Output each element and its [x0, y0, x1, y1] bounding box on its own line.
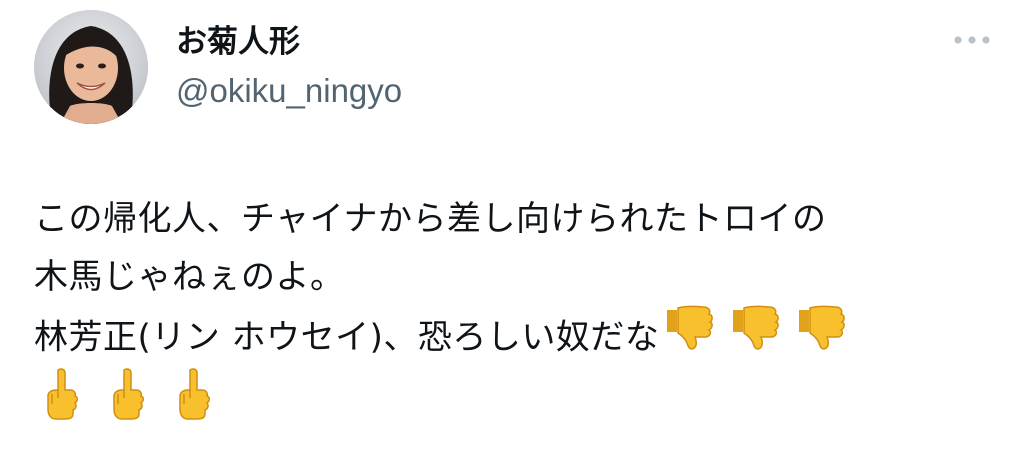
- tweet-text-line-3-text: 林芳正(リン ホウセイ)、恐ろしい奴だな: [34, 317, 660, 358]
- author-display-name[interactable]: お菊人形: [176, 22, 402, 62]
- avatar-photo-icon: [34, 10, 148, 124]
- middle-finger-icon: [108, 368, 148, 438]
- tweet-text-line-2: 木馬じゃねぇのよ。: [34, 257, 345, 297]
- tweet-header: お菊人形 @okiku_ningyo: [34, 10, 994, 124]
- tweet-card: お菊人形 @okiku_ningyo この帰化人、チャイナから差し向けられたトロ…: [0, 0, 1024, 455]
- more-horizontal-icon: [954, 36, 990, 44]
- middle-finger-icon: [42, 368, 82, 438]
- more-options-button[interactable]: [950, 24, 994, 56]
- middle-finger-emoji-group: [42, 368, 994, 438]
- thumbs-down-icon: [663, 302, 719, 368]
- author-avatar[interactable]: [34, 10, 148, 124]
- thumbs-down-icon: [729, 302, 785, 368]
- middle-finger-icon: [174, 368, 214, 438]
- thumbs-down-emoji-group: [663, 302, 851, 368]
- thumbs-down-icon: [795, 302, 851, 368]
- tweet-text-line-1: この帰化人、チャイナから差し向けられたトロイの: [34, 199, 827, 239]
- author-handle[interactable]: @okiku_ningyo: [176, 70, 402, 112]
- tweet-text: この帰化人、チャイナから差し向けられたトロイの 木馬じゃねぇのよ。 林芳正(リン…: [34, 190, 994, 438]
- author-names: お菊人形 @okiku_ningyo: [176, 22, 402, 112]
- tweet-text-line-3: 林芳正(リン ホウセイ)、恐ろしい奴だな: [34, 305, 994, 364]
